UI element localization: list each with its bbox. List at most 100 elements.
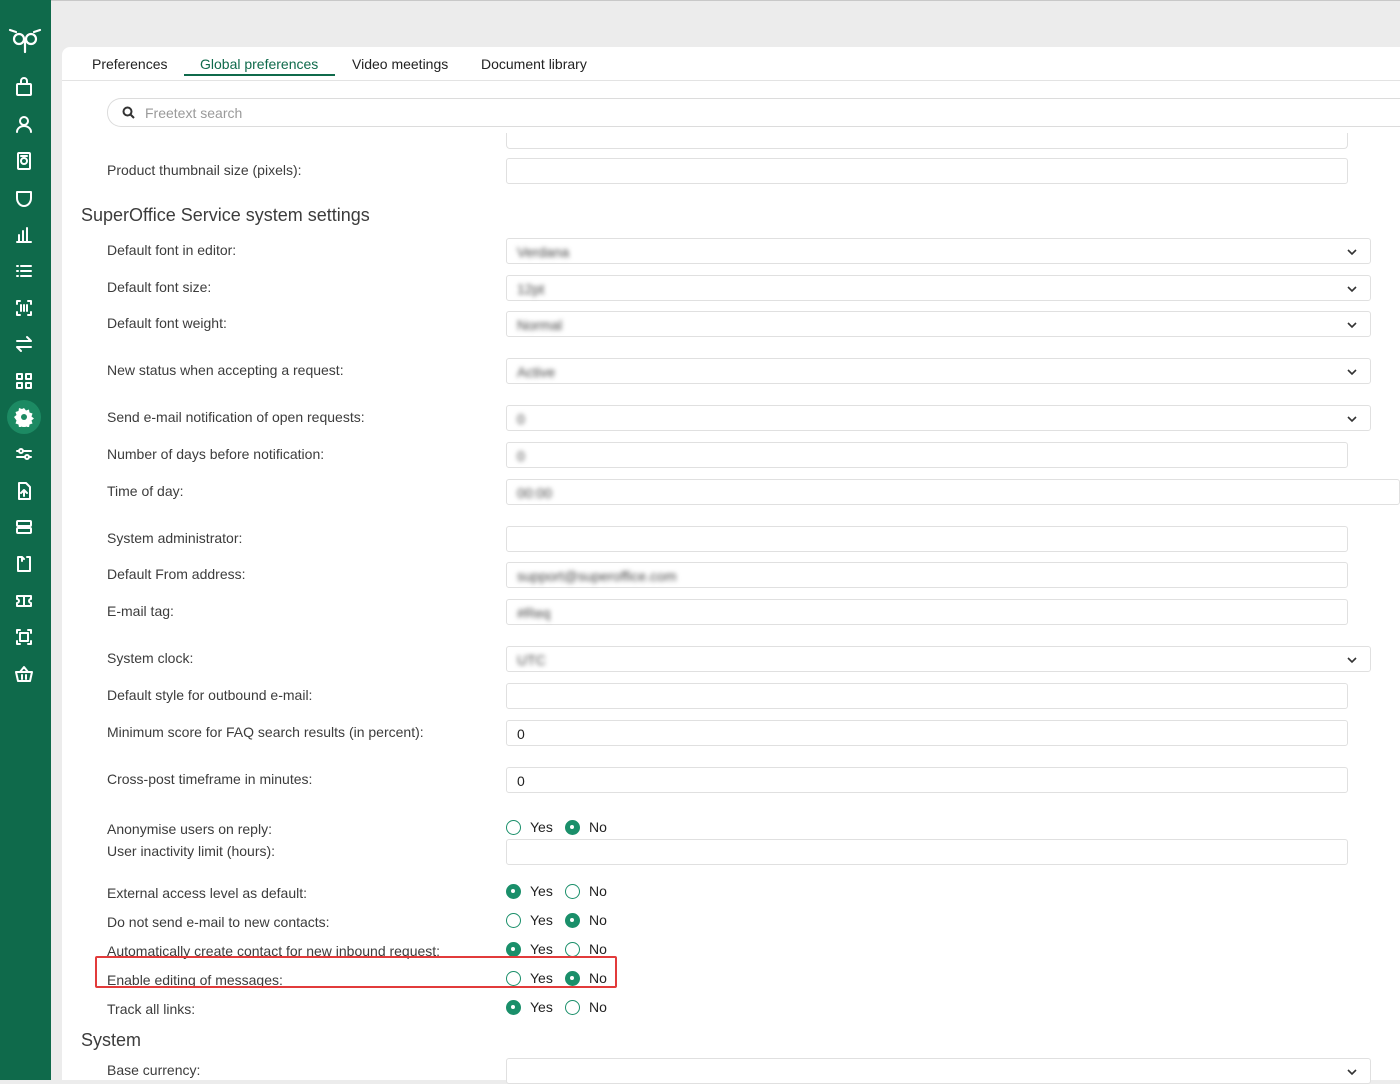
field-value: #Req	[517, 605, 551, 621]
search-input[interactable]	[143, 102, 1387, 124]
section-title: System	[81, 1030, 142, 1050]
setting-label: Product thumbnail size (pixels):	[107, 162, 302, 178]
chevron-down-icon	[1347, 657, 1357, 664]
import-icon[interactable]	[11, 478, 37, 504]
number-of-days-before-notification-input[interactable]: 0	[506, 442, 1348, 468]
radio-circle[interactable]	[506, 912, 521, 928]
settings-icon[interactable]	[7, 400, 41, 434]
setting-label: New status when accepting a request:	[107, 362, 344, 378]
logo-owl-icon	[8, 26, 42, 56]
cross-post-timeframe-in-minutes-input[interactable]: 0	[506, 767, 1348, 793]
radio-label: Yes	[530, 941, 553, 957]
field-value: UTC	[517, 652, 546, 668]
default-font-weight-select[interactable]: Normal	[506, 311, 1371, 337]
setting-label: Track all links:	[107, 1001, 196, 1017]
setting-label: E-mail tag:	[107, 603, 174, 619]
radio-label: No	[589, 883, 607, 899]
radio-circle[interactable]	[565, 883, 580, 899]
tab-global-preferences[interactable]: Global preferences	[200, 56, 318, 72]
external-access-level-as-default-no-radio[interactable]: No	[565, 883, 607, 899]
projects-icon[interactable]	[11, 148, 37, 174]
requests-icon[interactable]	[11, 551, 37, 577]
e-mail-tag-input[interactable]: #Req	[506, 599, 1348, 625]
setting-label: Do not send e-mail to new contacts:	[107, 914, 330, 930]
setting-label: Default font weight:	[107, 315, 227, 331]
default-font-size-select[interactable]: 12pt	[506, 275, 1371, 301]
radio-circle[interactable]	[565, 819, 580, 835]
time-of-day-input[interactable]: 00:00	[506, 479, 1400, 505]
chevron-down-icon	[1347, 416, 1357, 423]
radio-circle[interactable]	[565, 912, 580, 928]
minimum-score-for-faq-search-results-in-percent-input[interactable]: 0	[506, 720, 1348, 746]
automatically-create-contact-for-new-inbound-request-no-radio[interactable]: No	[565, 941, 607, 957]
setting-label: Base currency:	[107, 1062, 201, 1078]
basket-icon[interactable]	[11, 661, 37, 687]
radio-label: Yes	[530, 912, 553, 928]
active-tab-indicator	[184, 74, 335, 76]
automatically-create-contact-for-new-inbound-request-yes-radio[interactable]: Yes	[506, 941, 553, 957]
sidebar	[0, 0, 51, 1080]
service-icon[interactable]	[11, 185, 37, 211]
radio-circle[interactable]	[506, 819, 521, 835]
field-value: 00:00	[517, 485, 553, 501]
inactivity-limit-input[interactable]	[506, 839, 1348, 865]
track-all-links-no-radio[interactable]: No	[565, 999, 607, 1015]
radio-circle[interactable]	[506, 883, 521, 899]
contacts-icon[interactable]	[11, 111, 37, 137]
field-value: support@superoffice.com	[517, 568, 677, 584]
radio-circle[interactable]	[565, 999, 580, 1015]
screens-icon[interactable]	[11, 624, 37, 650]
chevron-down-icon	[1347, 249, 1357, 256]
anonymise-users-on-reply-yes-radio[interactable]: Yes	[506, 819, 553, 835]
thumbnail-size-input[interactable]	[506, 158, 1348, 184]
anonymise-users-on-reply-no-radio[interactable]: No	[565, 819, 607, 835]
setting-label: Default font in editor:	[107, 242, 237, 258]
field-value: 0	[517, 411, 525, 427]
section-title: SuperOffice Service system settings	[81, 205, 370, 225]
default-style-for-outbound-e-mail-input[interactable]	[506, 683, 1348, 709]
new-status-when-accepting-a-request-select[interactable]: Active	[506, 358, 1371, 384]
marketing-icon[interactable]	[11, 295, 37, 321]
base-currency-select[interactable]	[506, 1058, 1371, 1084]
do-not-send-e-mail-to-new-contacts-no-radio[interactable]: No	[565, 912, 607, 928]
setting-label: System administrator:	[107, 530, 243, 546]
sales-icon[interactable]	[11, 74, 37, 100]
preferences-icon[interactable]	[11, 441, 37, 467]
radio-label: Yes	[530, 999, 553, 1015]
default-font-in-editor-select[interactable]: Verdana	[506, 238, 1371, 264]
clipped-field[interactable]	[506, 133, 1348, 149]
setting-label: Minimum score for FAQ search results (in…	[107, 724, 424, 740]
radio-label: No	[589, 941, 607, 957]
tab-document-library[interactable]: Document library	[481, 56, 587, 72]
setting-label: Number of days before notification:	[107, 446, 325, 462]
radio-label: Yes	[530, 883, 553, 899]
external-access-level-as-default-yes-radio[interactable]: Yes	[506, 883, 553, 899]
selections-icon[interactable]	[11, 258, 37, 284]
tab-video-meetings[interactable]: Video meetings	[352, 56, 448, 72]
do-not-send-e-mail-to-new-contacts-yes-radio[interactable]: Yes	[506, 912, 553, 928]
field-value: 0	[517, 448, 525, 464]
chevron-down-icon	[1347, 1069, 1357, 1076]
chevron-down-icon	[1347, 286, 1357, 293]
field-value: 0	[517, 726, 525, 742]
track-all-links-yes-radio[interactable]: Yes	[506, 999, 553, 1015]
default-from-address-input[interactable]: support@superoffice.com	[506, 562, 1348, 588]
lists-icon[interactable]	[11, 514, 37, 540]
setting-label: User inactivity limit (hours):	[107, 843, 276, 859]
system-clock-select[interactable]: UTC	[506, 646, 1371, 672]
send-e-mail-notification-of-open-requests-select[interactable]: 0	[506, 405, 1371, 431]
apps-icon[interactable]	[11, 368, 37, 394]
tickets-icon[interactable]	[11, 588, 37, 614]
setting-label: Anonymise users on reply:	[107, 821, 272, 837]
radio-circle[interactable]	[565, 941, 580, 957]
system-administrator-input[interactable]	[506, 526, 1348, 552]
radio-circle[interactable]	[506, 999, 521, 1015]
sync-icon[interactable]	[11, 331, 37, 357]
field-value: Verdana	[517, 244, 570, 260]
setting-label: External access level as default:	[107, 885, 307, 901]
setting-label: Default style for outbound e-mail:	[107, 687, 313, 703]
search-box	[107, 98, 1400, 127]
tab-preferences[interactable]: Preferences	[92, 56, 167, 72]
radio-circle[interactable]	[506, 941, 521, 957]
dashboard-icon[interactable]	[11, 221, 37, 247]
